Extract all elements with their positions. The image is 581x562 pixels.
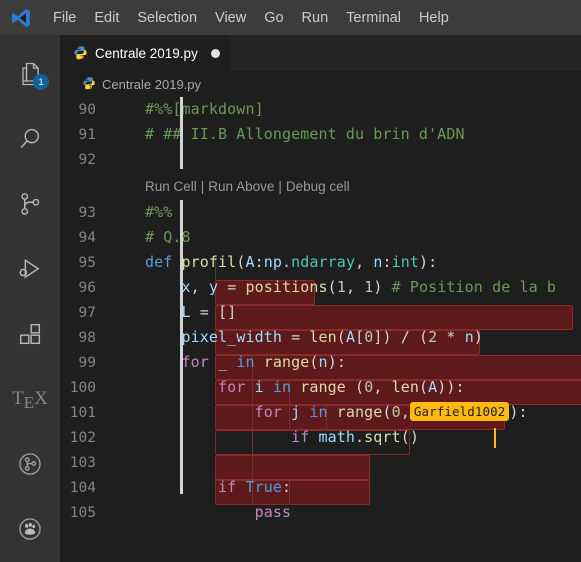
codelens-separator: |: [200, 178, 205, 194]
code-line[interactable]: 93 #%%: [60, 200, 581, 225]
explorer-badge: 1: [33, 74, 49, 91]
menu-item-help[interactable]: Help: [410, 7, 458, 29]
run-above-link[interactable]: Run Above: [208, 179, 274, 194]
line-number: 92: [78, 151, 96, 168]
sidebar-item-extensions[interactable]: [0, 302, 60, 367]
breadcrumb-label: Centrale 2019.py: [102, 76, 202, 92]
line-number: 101: [69, 404, 96, 421]
tab-label: Centrale 2019.py: [95, 46, 198, 61]
sidebar-item-run-and-debug[interactable]: [0, 236, 60, 301]
menu-bar: File Edit Selection View Go Run Terminal…: [44, 7, 458, 29]
search-icon: [16, 125, 44, 153]
line-96-comment: # Position de la b: [391, 278, 556, 296]
python-file-icon: [73, 45, 88, 63]
code-line[interactable]: 94 # Q.8: [60, 225, 581, 250]
cell-codelens: Run Cell | Run Above | Debug cell: [60, 172, 581, 200]
line-number: 90: [78, 101, 96, 118]
menu-item-go[interactable]: Go: [255, 7, 292, 29]
code-line[interactable]: 95 def profil(A:np.ndarray, n:int):: [60, 250, 581, 275]
code-line[interactable]: 104 if True:: [60, 475, 581, 500]
line-90-text: #%%[markdown]: [145, 100, 264, 118]
menu-item-selection[interactable]: Selection: [128, 7, 206, 29]
editor-group: Centrale 2019.py Centrale 2019.py 90 #%%…: [60, 35, 581, 562]
sidebar-item-latex-workshop[interactable]: TEX: [0, 367, 60, 432]
editor-tab-bar: Centrale 2019.py: [60, 35, 581, 71]
sidebar-item-source-control[interactable]: [0, 171, 60, 236]
code-line[interactable]: 92: [60, 147, 581, 172]
git-graph-circle-icon: [16, 450, 44, 478]
line-number: 102: [69, 429, 96, 446]
tab-dirty-indicator[interactable]: [210, 49, 220, 58]
fn-positions: positions: [245, 278, 328, 296]
paw-print-icon: [16, 515, 44, 543]
codelens-separator: |: [278, 178, 282, 194]
line-number: 97: [78, 304, 96, 321]
sidebar-item-paw[interactable]: [0, 497, 60, 562]
sidebar-item-search[interactable]: [0, 106, 60, 171]
line-94-text: # Q.8: [145, 228, 191, 246]
sidebar-item-git-graph[interactable]: [0, 432, 60, 497]
code-line[interactable]: 97 L = []: [60, 300, 581, 325]
line-number: 104: [69, 479, 96, 496]
fn-profil: profil: [181, 253, 237, 271]
code-line[interactable]: 91 # ## II.B Allongement du brin d'ADN: [60, 122, 581, 147]
breadcrumb[interactable]: Centrale 2019.py: [60, 71, 581, 97]
code-line[interactable]: 90 #%%[markdown]: [60, 97, 581, 122]
line-93-text: #%%: [145, 203, 173, 221]
tab-bar-empty-space: [230, 35, 581, 71]
vscode-logo-icon: [6, 5, 36, 31]
code-editor[interactable]: 90 #%%[markdown] 91 # ## II.B Allongemen…: [60, 97, 581, 562]
menu-item-run[interactable]: Run: [293, 7, 338, 29]
code-line[interactable]: 103: [60, 450, 581, 475]
line-number: 98: [78, 329, 96, 346]
kw-def: def: [145, 253, 182, 271]
run-debug-icon: [16, 255, 44, 283]
line-number: 95: [78, 254, 96, 271]
code-line[interactable]: 102 if math.sqrt(): [60, 425, 581, 450]
cell-accent-bar-upper: [180, 97, 183, 169]
line-number: 96: [78, 279, 96, 296]
line-number: 93: [78, 204, 96, 221]
activity-bar: 1 TEX: [0, 35, 60, 562]
code-line[interactable]: 105 pass: [60, 500, 581, 525]
run-cell-link[interactable]: Run Cell: [145, 179, 197, 194]
menu-item-file[interactable]: File: [44, 7, 85, 29]
menu-item-terminal[interactable]: Terminal: [337, 7, 410, 29]
extensions-icon: [16, 320, 44, 348]
sidebar-item-explorer[interactable]: 1: [0, 41, 60, 106]
line-number: 105: [69, 504, 96, 521]
tex-icon: TEX: [12, 388, 48, 413]
debug-cell-link[interactable]: Debug cell: [286, 179, 350, 194]
title-menu-bar: File Edit Selection View Go Run Terminal…: [0, 0, 581, 35]
code-line[interactable]: 96 x, y = positions(1, 1) # Position de …: [60, 275, 581, 300]
menu-item-edit[interactable]: Edit: [85, 7, 128, 29]
line-number: 99: [78, 354, 96, 371]
source-control-icon: [16, 190, 44, 218]
line-number: 91: [78, 126, 96, 143]
text-cursor: [494, 428, 496, 448]
python-file-icon: [82, 76, 96, 93]
codelens-links: Run Cell | Run Above | Debug cell: [60, 179, 350, 194]
line-content[interactable]: pass: [112, 500, 581, 525]
menu-item-view[interactable]: View: [206, 7, 255, 29]
line-number: 94: [78, 229, 96, 246]
tab-centrale-2019-py[interactable]: Centrale 2019.py: [60, 35, 231, 71]
code-line[interactable]: 98 pixel_width = len(A[0]) / (2 * n): [60, 325, 581, 350]
workbench-body: 1 TEX Centrale 2019.py Centrale 2019.py …: [0, 35, 581, 562]
code-line[interactable]: 99 for _ in range(n):: [60, 350, 581, 375]
line-91-text: # ## II.B Allongement du brin d'ADN: [145, 125, 465, 143]
line-number: 103: [69, 454, 96, 471]
inline-suggestion-badge[interactable]: Garfield1002: [409, 402, 510, 421]
code-line[interactable]: 101 for j in range(0, Garfield1002):: [60, 400, 581, 425]
line-number: 100: [69, 379, 96, 396]
cell-accent-bar-lower: [180, 200, 183, 494]
code-line[interactable]: 100 for i in range (0, len(A)):: [60, 375, 581, 400]
